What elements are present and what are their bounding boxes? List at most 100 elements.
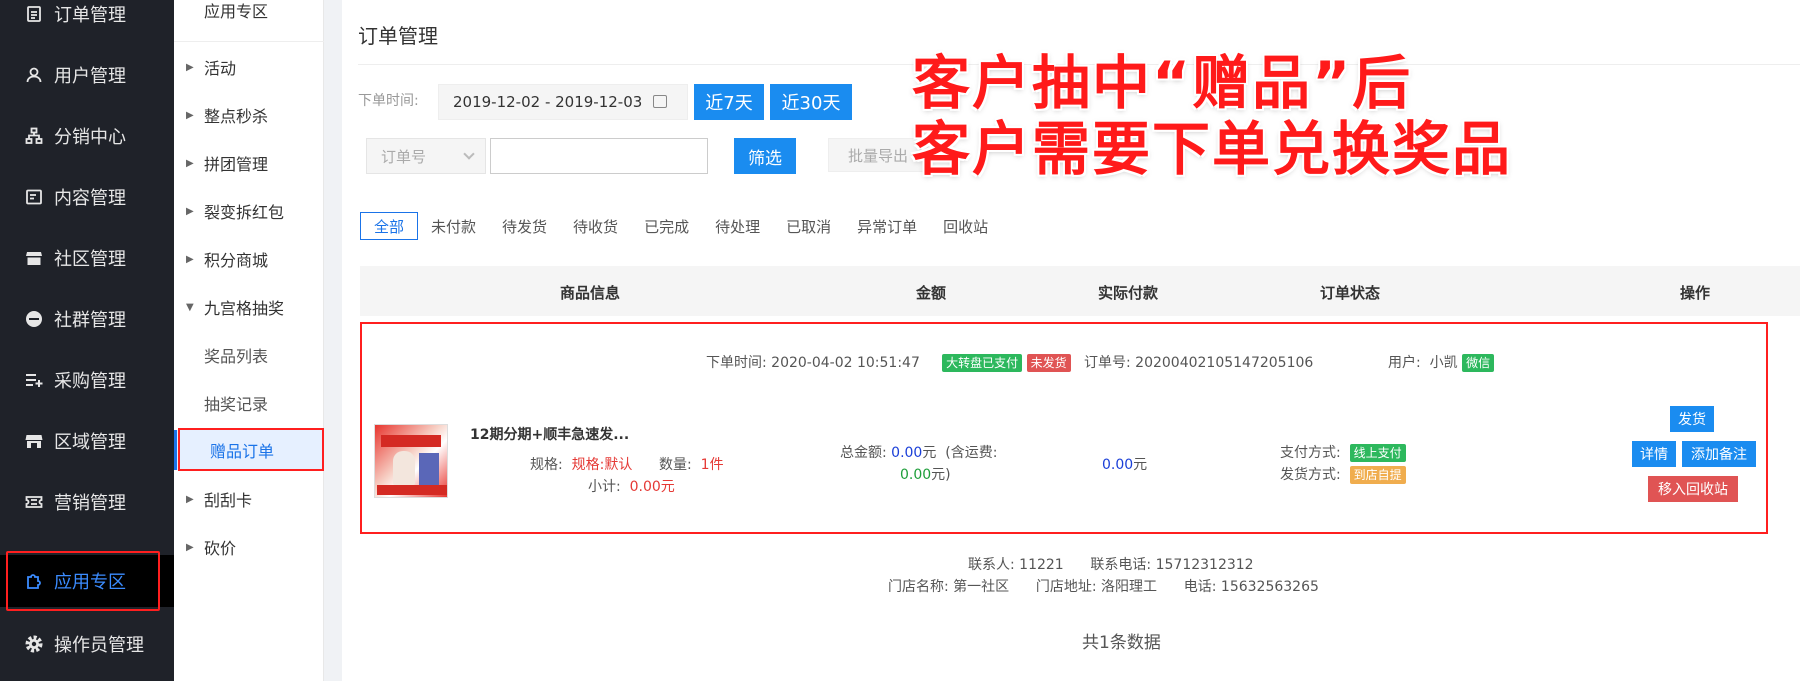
- product-name[interactable]: 12期分期+顺丰急速发...: [470, 424, 629, 444]
- tab-completed[interactable]: 已完成: [631, 212, 702, 240]
- col-product-info: 商品信息: [560, 284, 621, 302]
- store-tel: 15632563265: [1220, 579, 1319, 595]
- store-addr: 洛阳理工: [1101, 579, 1158, 595]
- shipping-suffix: 元): [931, 467, 951, 483]
- sidebar-item-users[interactable]: 用户管理: [0, 49, 174, 101]
- spec-label: 规格:: [530, 457, 563, 473]
- contact-person: 11221: [1019, 557, 1064, 573]
- search-input[interactable]: [490, 138, 708, 174]
- submenu-item-flash-sale[interactable]: ▶ 整点秒杀: [174, 95, 324, 135]
- contact-info: 联系人: 11221 联系电话: 15712312312: [968, 554, 1254, 574]
- tab-recycle-bin[interactable]: 回收站: [930, 212, 1001, 240]
- sidebar-item-orders[interactable]: 订单管理: [0, 0, 174, 40]
- sidebar-item-marketing[interactable]: 营销管理: [0, 476, 174, 528]
- thumb-person: [393, 451, 415, 485]
- order-status-tabs: 全部 未付款 待发货 待收货 已完成 待处理 已取消 异常订单 回收站: [360, 212, 1001, 240]
- contact-phone: 15712312312: [1155, 557, 1254, 573]
- paid-unit: 元: [1133, 457, 1148, 473]
- submenu-item-gift-orders[interactable]: 赠品订单: [174, 430, 324, 470]
- total-label: 总金额:: [840, 445, 887, 461]
- pay-method-label: 支付方式:: [1280, 445, 1341, 461]
- actual-paid: 0.00元: [1102, 454, 1147, 474]
- store-name: 第一社区: [953, 579, 1010, 595]
- tab-unpaid[interactable]: 未付款: [418, 212, 489, 240]
- submenu-item-label: 九宫格抽奖: [204, 299, 285, 318]
- order-user: 用户: 小凯 微信: [1388, 352, 1495, 372]
- last-30-days-button[interactable]: 近30天: [770, 84, 852, 120]
- tab-abnormal[interactable]: 异常订单: [844, 212, 930, 240]
- caret-right-icon: ▶: [186, 157, 194, 169]
- date-range-picker[interactable]: 2019-12-02 - 2019-12-03: [438, 84, 688, 120]
- sidebar-item-label: 内容管理: [54, 188, 126, 209]
- qty-label: 数量:: [659, 457, 692, 473]
- sidebar-item-label: 应用专区: [54, 572, 126, 593]
- store-info: 门店名称: 第一社区 门店地址: 洛阳理工 电话: 15632563265: [888, 576, 1319, 596]
- sidebar-item-label: 社区管理: [54, 249, 126, 270]
- submenu-item-red-packet[interactable]: ▶ 裂变拆红包: [174, 191, 324, 231]
- sidebar-item-operators[interactable]: 操作员管理: [0, 618, 174, 670]
- submenu-header: 应用专区: [174, 0, 324, 30]
- thumb-footer: [377, 485, 447, 495]
- add-note-button[interactable]: 添加备注: [1682, 441, 1756, 467]
- caret-right-icon: ▶: [186, 205, 194, 217]
- sidebar-item-purchase[interactable]: 采购管理: [0, 354, 174, 406]
- tab-cancelled[interactable]: 已取消: [773, 212, 844, 240]
- tab-to-receive[interactable]: 待收货: [560, 212, 631, 240]
- sidebar-item-distribution[interactable]: 分销中心: [0, 110, 174, 162]
- total-value: 0.00: [891, 445, 923, 461]
- submenu-item-label: 刮刮卡: [204, 491, 253, 510]
- sidebar-item-group[interactable]: 社群管理: [0, 293, 174, 345]
- caret-right-icon: ▶: [186, 109, 194, 121]
- submenu-item-points-mall[interactable]: ▶ 积分商城: [174, 239, 324, 279]
- submenu-item-label: 活动: [204, 59, 237, 78]
- tab-all[interactable]: 全部: [360, 212, 419, 240]
- minus-circle-icon: [24, 309, 44, 329]
- sub-sidebar: 应用专区 ▶ 活动 ▶ 整点秒杀 ▶ 拼团管理 ▶ 裂变拆红包 ▶ 积分商城 ▼ 九宫格抽奖…: [174, 0, 324, 681]
- col-amount: 金额: [916, 284, 947, 302]
- sidebar-item-region[interactable]: 区域管理: [0, 415, 174, 467]
- sidebar-item-content[interactable]: 内容管理: [0, 171, 174, 223]
- sidebar-item-community[interactable]: 社区管理: [0, 232, 174, 284]
- detail-button[interactable]: 详情: [1632, 441, 1676, 467]
- thumb-phone: [419, 453, 439, 485]
- submenu-item-bargain[interactable]: ▶ 砍价: [174, 527, 324, 567]
- submenu-item-scratch-card[interactable]: ▶ 刮刮卡: [174, 479, 324, 519]
- sidebar-item-apps[interactable]: 应用专区: [0, 555, 174, 607]
- total-unit: 元: [922, 445, 937, 461]
- last-7-days-button[interactable]: 近7天: [694, 84, 764, 120]
- col-order-status: 订单状态: [1320, 284, 1381, 302]
- submenu-item-lottery-records[interactable]: 抽奖记录: [174, 383, 324, 423]
- gear-icon: [24, 634, 44, 654]
- thumb-banner: [381, 435, 441, 447]
- calendar-icon: [653, 95, 667, 108]
- order-shipping: 0.00元): [900, 464, 951, 484]
- caret-right-icon: ▶: [186, 253, 194, 265]
- submenu-item-lottery[interactable]: ▼ 九宫格抽奖: [174, 287, 324, 327]
- filter-button[interactable]: 筛选: [734, 138, 796, 174]
- order-time-label: 下单时间:: [358, 93, 419, 109]
- search-type-select[interactable]: 订单号: [366, 138, 486, 174]
- list-plus-icon: [24, 370, 44, 390]
- sidebar-item-label: 营销管理: [54, 493, 126, 514]
- org-chart-icon: [24, 126, 44, 146]
- submenu-item-group-buy[interactable]: ▶ 拼团管理: [174, 143, 324, 183]
- sidebar-item-label: 操作员管理: [54, 635, 144, 656]
- document-icon: [24, 187, 44, 207]
- product-thumbnail[interactable]: [374, 424, 448, 498]
- divider: [174, 41, 324, 42]
- sidebar-item-label: 采购管理: [54, 371, 126, 392]
- tab-pending[interactable]: 待处理: [702, 212, 773, 240]
- submenu-item-label: 奖品列表: [204, 347, 269, 366]
- order-no-label: 订单号:: [1083, 355, 1131, 371]
- ship-button[interactable]: 发货: [1670, 406, 1714, 432]
- move-to-recycle-button[interactable]: 移入回收站: [1648, 476, 1738, 502]
- submenu-item-prize-list[interactable]: 奖品列表: [174, 335, 324, 375]
- order-time-value: 2020-04-02 10:51:47: [771, 355, 920, 371]
- ship-method-label: 发货方式:: [1280, 467, 1341, 483]
- date-range-value: 2019-12-02 - 2019-12-03: [453, 93, 643, 111]
- submenu-item-activity[interactable]: ▶ 活动: [174, 47, 324, 87]
- puzzle-icon: [24, 571, 44, 591]
- tab-to-ship[interactable]: 待发货: [489, 212, 560, 240]
- main-sidebar: 订单管理 用户管理 分销中心 内容管理 社区管理 社群管理 采购管理 区域管理 …: [0, 0, 174, 681]
- ship-method-badge: 到店自提: [1349, 466, 1406, 484]
